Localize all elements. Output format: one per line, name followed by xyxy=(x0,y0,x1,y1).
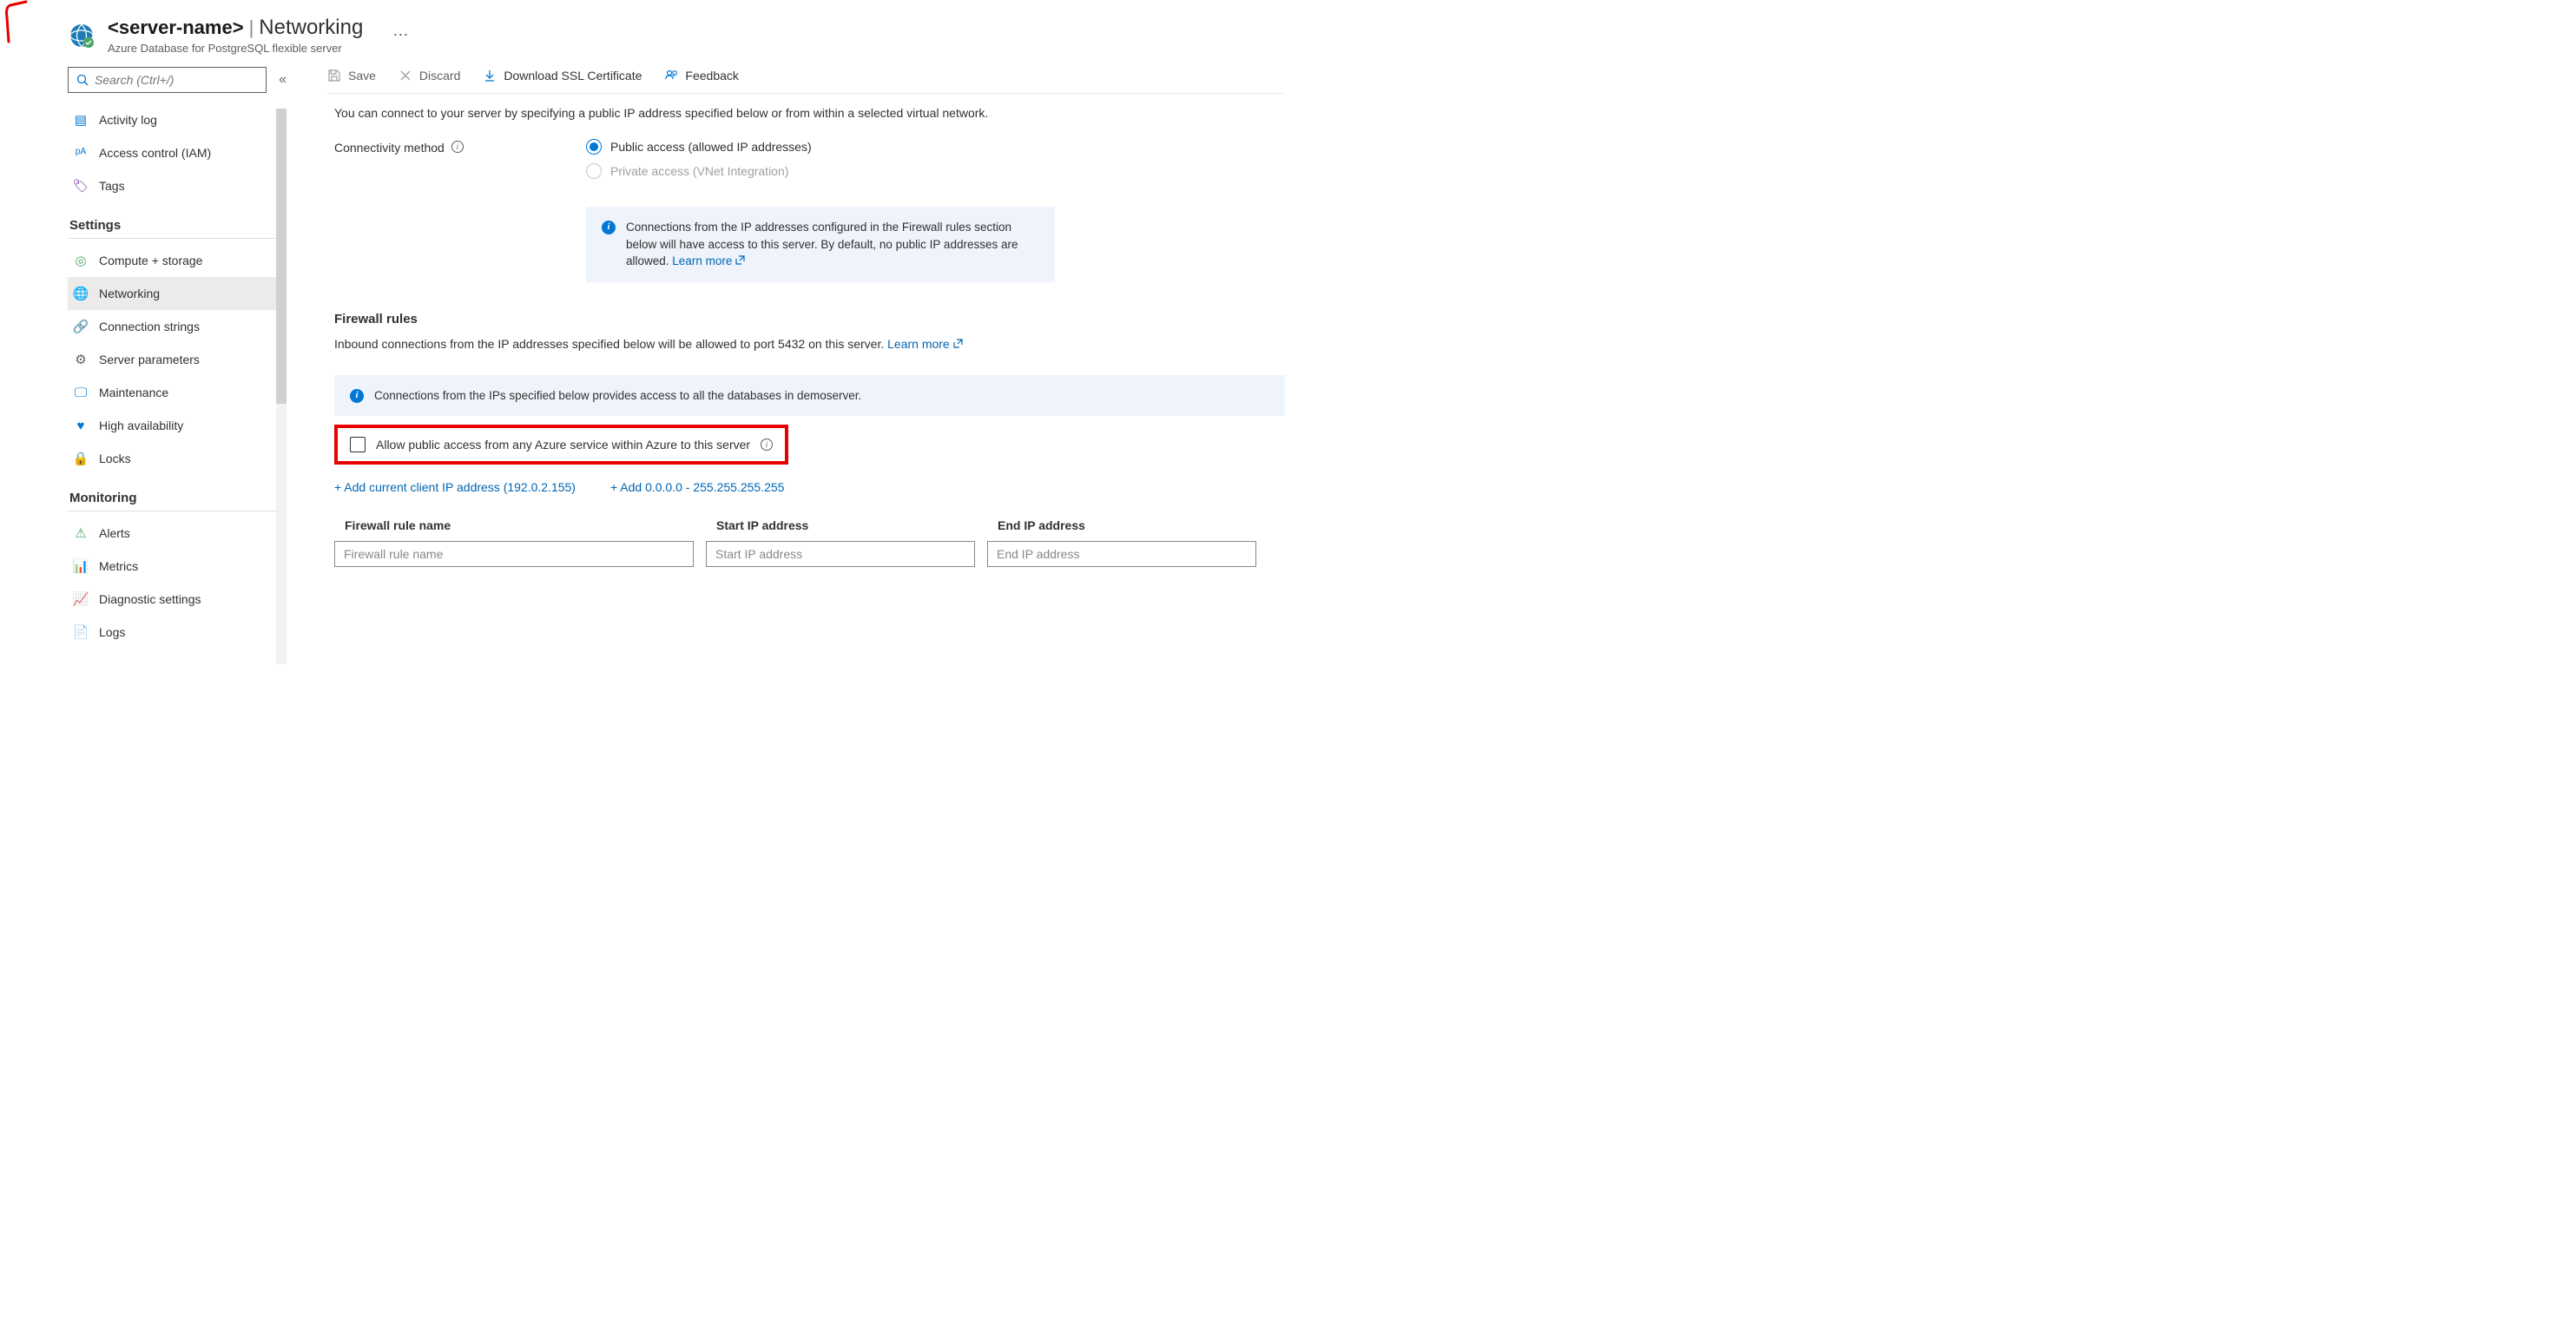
sidebar-item-label: Activity log xyxy=(99,113,157,127)
sidebar-item-networking[interactable]: 🌐 Networking xyxy=(68,277,287,310)
tags-icon: 🏷 xyxy=(73,178,89,194)
sidebar-item-server-parameters[interactable]: ⚙ Server parameters xyxy=(68,343,287,376)
diagnostic-settings-icon: 📈 xyxy=(73,591,89,607)
radio-public-access[interactable]: Public access (allowed IP addresses) xyxy=(586,139,1055,155)
sidebar-item-activity-log[interactable]: ▤ Activity log xyxy=(68,103,287,136)
connectivity-method-label: Connectivity method i xyxy=(334,139,586,282)
intro-text: You can connect to your server by specif… xyxy=(334,106,1285,120)
sidebar-item-locks[interactable]: 🔒 Locks xyxy=(68,442,287,475)
col-start-ip: Start IP address xyxy=(706,518,975,532)
download-icon xyxy=(483,69,497,82)
radio-unchecked-icon xyxy=(586,163,602,179)
allow-azure-checkbox[interactable] xyxy=(350,437,366,452)
firewall-rules-description: Inbound connections from the IP addresse… xyxy=(334,337,1285,351)
toolbar: Save Discard Download SSL Certificate Fe… xyxy=(327,62,1285,94)
locks-icon: 🔒 xyxy=(73,451,89,466)
firewall-rules-heading: Firewall rules xyxy=(334,312,1285,326)
sidebar-search-input[interactable] xyxy=(95,73,259,87)
sidebar-item-label: Logs xyxy=(99,625,125,639)
col-end-ip: End IP address xyxy=(987,518,1256,532)
external-link-icon xyxy=(953,337,963,351)
page-title: <server-name> | Networking xyxy=(108,16,363,40)
annotation-mark xyxy=(0,0,35,52)
networking-icon: 🌐 xyxy=(73,286,89,301)
maintenance-icon: 🖵 xyxy=(73,385,89,400)
sidebar-item-high-availability[interactable]: ♥ High availability xyxy=(68,409,287,442)
sidebar-item-maintenance[interactable]: 🖵 Maintenance xyxy=(68,376,287,409)
sidebar-item-label: Diagnostic settings xyxy=(99,592,201,606)
public-access-info-box: i Connections from the IP addresses conf… xyxy=(586,207,1055,282)
sidebar-scrollbar[interactable] xyxy=(276,109,287,664)
start-ip-input[interactable] xyxy=(706,541,975,567)
sidebar-item-connection-strings[interactable]: 🔗 Connection strings xyxy=(68,310,287,343)
alerts-icon: ⚠ xyxy=(73,525,89,541)
sidebar-search[interactable] xyxy=(68,67,267,93)
firewall-rule-name-input[interactable] xyxy=(334,541,694,567)
sidebar-item-metrics[interactable]: 📊 Metrics xyxy=(68,550,287,583)
add-client-ip-link[interactable]: + Add current client IP address (192.0.2… xyxy=(334,480,576,494)
sidebar-item-label: Networking xyxy=(99,287,160,300)
sidebar-item-alerts[interactable]: ⚠ Alerts xyxy=(68,517,287,550)
sidebar-item-diagnostic-settings[interactable]: 📈 Diagnostic settings xyxy=(68,583,287,616)
save-button[interactable]: Save xyxy=(327,69,376,82)
sidebar-item-label: Metrics xyxy=(99,559,138,573)
sidebar-item-label: High availability xyxy=(99,419,183,432)
sidebar-item-label: Compute + storage xyxy=(99,254,202,267)
info-filled-icon: i xyxy=(602,221,616,234)
save-icon xyxy=(327,69,341,82)
allow-azure-services-row: Allow public access from any Azure servi… xyxy=(334,425,788,465)
firewall-info-box: i Connections from the IPs specified bel… xyxy=(334,375,1285,417)
nav-group-settings: Settings xyxy=(68,218,287,239)
radio-checked-icon xyxy=(586,139,602,155)
logs-icon: 📄 xyxy=(73,624,89,640)
feedback-icon xyxy=(664,69,678,82)
feedback-button[interactable]: Feedback xyxy=(664,69,738,82)
sidebar-item-label: Alerts xyxy=(99,526,130,540)
server-icon xyxy=(68,22,96,49)
metrics-icon: 📊 xyxy=(73,558,89,574)
search-icon xyxy=(76,73,89,87)
info-icon[interactable]: i xyxy=(451,141,464,153)
sidebar-item-label: Access control (IAM) xyxy=(99,146,211,160)
access-control-icon: ᵖᴬ xyxy=(73,145,89,161)
high-availability-icon: ♥ xyxy=(73,418,89,433)
sidebar-item-label: Maintenance xyxy=(99,386,168,399)
discard-button[interactable]: Discard xyxy=(399,69,460,82)
sidebar-item-label: Server parameters xyxy=(99,353,200,366)
page-header: <server-name> | Networking Azure Databas… xyxy=(0,0,1320,62)
sidebar-item-compute-storage[interactable]: ◎ Compute + storage xyxy=(68,244,287,277)
page-subtitle: Azure Database for PostgreSQL flexible s… xyxy=(108,42,363,55)
learn-more-link-2[interactable]: Learn more xyxy=(887,337,963,351)
sidebar-item-access-control-iam-[interactable]: ᵖᴬ Access control (IAM) xyxy=(68,136,287,169)
info-filled-icon: i xyxy=(350,389,364,403)
download-ssl-button[interactable]: Download SSL Certificate xyxy=(483,69,642,82)
more-menu-button[interactable]: ⋯ xyxy=(392,26,408,44)
sidebar-item-label: Connection strings xyxy=(99,320,200,333)
connection-strings-icon: 🔗 xyxy=(73,319,89,334)
learn-more-link[interactable]: Learn more xyxy=(672,254,745,267)
discard-icon xyxy=(399,69,412,82)
sidebar-item-label: Locks xyxy=(99,452,131,465)
nav-group-monitoring: Monitoring xyxy=(68,491,287,511)
compute-storage-icon: ◎ xyxy=(73,253,89,268)
sidebar-item-label: Tags xyxy=(99,179,125,193)
col-rule-name: Firewall rule name xyxy=(334,518,694,532)
allow-azure-label: Allow public access from any Azure servi… xyxy=(376,438,750,452)
info-icon[interactable]: i xyxy=(761,439,773,451)
sidebar-item-logs[interactable]: 📄 Logs xyxy=(68,616,287,649)
external-link-icon xyxy=(735,253,745,270)
add-full-range-link[interactable]: + Add 0.0.0.0 - 255.255.255.255 xyxy=(610,480,784,494)
end-ip-input[interactable] xyxy=(987,541,1256,567)
server-parameters-icon: ⚙ xyxy=(73,352,89,367)
sidebar-item-tags[interactable]: 🏷 Tags xyxy=(68,169,287,202)
radio-private-access: Private access (VNet Integration) xyxy=(586,163,1055,179)
activity-log-icon: ▤ xyxy=(73,112,89,128)
collapse-sidebar-button[interactable]: « xyxy=(279,72,287,88)
